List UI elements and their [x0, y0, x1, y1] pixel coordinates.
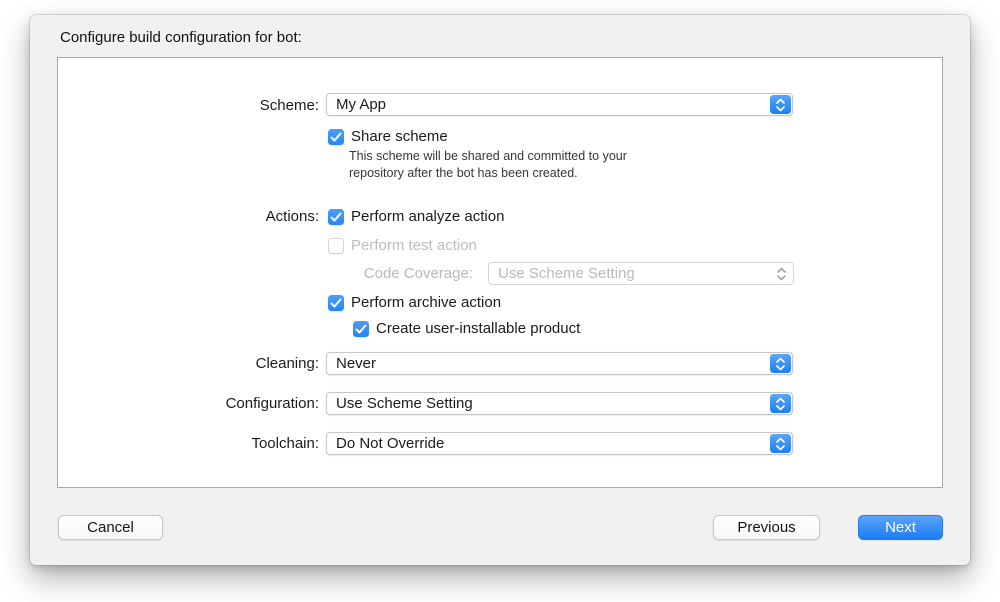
configuration-popup-value: Use Scheme Setting: [336, 395, 473, 413]
share-scheme-label: Share scheme: [351, 128, 448, 146]
configuration-popup[interactable]: Use Scheme Setting: [326, 392, 793, 415]
dialog-title: Configure build configuration for bot:: [60, 29, 302, 46]
stepper-icon: [770, 95, 791, 114]
toolchain-label: Toolchain:: [58, 435, 319, 453]
stepper-icon: [770, 354, 791, 373]
perform-test-checkbox-row: Perform test action: [328, 237, 477, 255]
code-coverage-popup: Use Scheme Setting: [488, 262, 794, 285]
build-configuration-panel: Scheme: My App Share scheme This scheme …: [57, 57, 943, 488]
share-scheme-description-line2: repository after the bot has been create…: [349, 165, 769, 182]
scheme-popup[interactable]: My App: [326, 93, 793, 116]
scheme-label: Scheme:: [58, 97, 319, 115]
cleaning-popup-value: Never: [336, 355, 376, 373]
share-scheme-checkbox-row[interactable]: Share scheme: [328, 128, 448, 146]
installable-product-label: Create user-installable product: [376, 320, 580, 338]
configuration-label: Configuration:: [58, 395, 319, 413]
screen-background: Configure build configuration for bot: S…: [0, 0, 1000, 602]
code-coverage-label: Code Coverage:: [58, 265, 473, 283]
stepper-disabled-icon: [773, 264, 789, 283]
stepper-icon: [770, 394, 791, 413]
perform-test-label: Perform test action: [351, 237, 477, 255]
code-coverage-popup-value: Use Scheme Setting: [498, 265, 635, 283]
perform-analyze-checkbox-row[interactable]: Perform analyze action: [328, 208, 504, 226]
cleaning-popup[interactable]: Never: [326, 352, 793, 375]
installable-product-checkbox-row[interactable]: Create user-installable product: [353, 320, 580, 338]
actions-label: Actions:: [58, 208, 319, 226]
bot-configuration-dialog: Configure build configuration for bot: S…: [30, 15, 970, 565]
checkbox-checked-icon[interactable]: [353, 321, 369, 337]
share-scheme-description-line1: This scheme will be shared and committed…: [349, 148, 769, 165]
perform-archive-checkbox-row[interactable]: Perform archive action: [328, 294, 501, 312]
cancel-button[interactable]: Cancel: [58, 515, 163, 540]
scheme-popup-value: My App: [336, 96, 386, 114]
checkbox-checked-icon[interactable]: [328, 209, 344, 225]
stepper-icon: [770, 434, 791, 453]
toolchain-popup[interactable]: Do Not Override: [326, 432, 793, 455]
checkbox-unchecked-icon: [328, 238, 344, 254]
next-button[interactable]: Next: [858, 515, 943, 540]
previous-button[interactable]: Previous: [713, 515, 820, 540]
checkbox-checked-icon[interactable]: [328, 295, 344, 311]
cleaning-label: Cleaning:: [58, 355, 319, 373]
perform-archive-label: Perform archive action: [351, 294, 501, 312]
toolchain-popup-value: Do Not Override: [336, 435, 444, 453]
perform-analyze-label: Perform analyze action: [351, 208, 504, 226]
checkbox-checked-icon[interactable]: [328, 129, 344, 145]
